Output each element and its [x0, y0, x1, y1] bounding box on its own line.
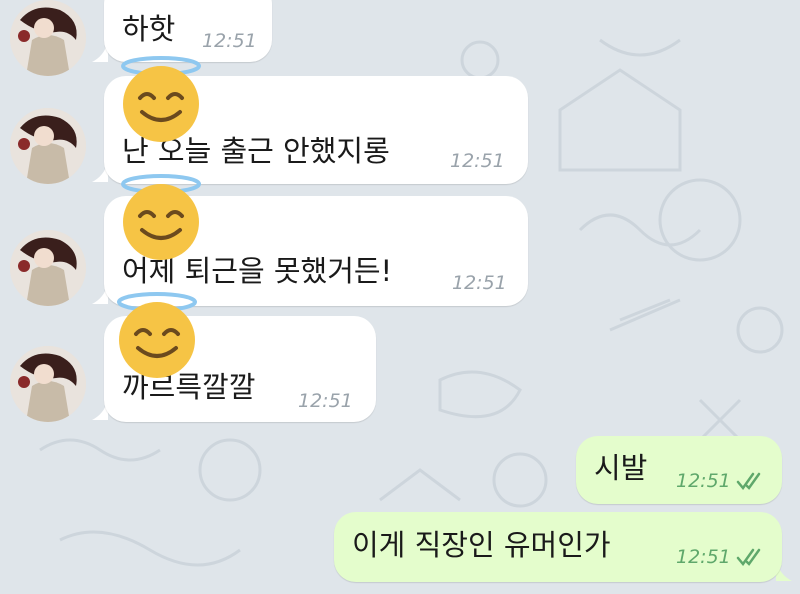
message-bubble-outgoing[interactable]: 이게 직장인 유머인가 12:51 — [334, 512, 782, 582]
sender-avatar[interactable] — [10, 0, 86, 76]
smiling-face-with-halo-icon — [117, 292, 197, 378]
message-time: 12:51 — [676, 470, 731, 492]
sender-avatar[interactable] — [10, 108, 86, 184]
avatar-image — [10, 230, 86, 306]
message-time: 12:51 — [452, 272, 507, 294]
message-text: 시발 — [594, 451, 648, 485]
message-time: 12:51 — [298, 390, 353, 412]
sender-avatar[interactable] — [10, 346, 86, 422]
message-bubble[interactable]: 하핫 12:51 — [104, 0, 272, 62]
message-bubble-outgoing[interactable]: 시발 12:51 — [576, 436, 782, 504]
message-text: 하핫 — [122, 12, 176, 46]
message-time: 12:51 — [202, 30, 257, 52]
message-text: 이게 직장인 유머인가 — [352, 528, 611, 562]
avatar-image — [10, 0, 86, 76]
smiling-face-with-halo-icon — [121, 56, 201, 142]
message-time: 12:51 — [676, 546, 731, 568]
smiling-face-with-halo-icon — [121, 174, 201, 260]
avatar-image — [10, 346, 86, 422]
message-time: 12:51 — [450, 150, 505, 172]
avatar-image — [10, 108, 86, 184]
read-checkmark-icon — [736, 472, 761, 490]
sender-avatar[interactable] — [10, 230, 86, 306]
read-checkmark-icon — [736, 548, 761, 566]
